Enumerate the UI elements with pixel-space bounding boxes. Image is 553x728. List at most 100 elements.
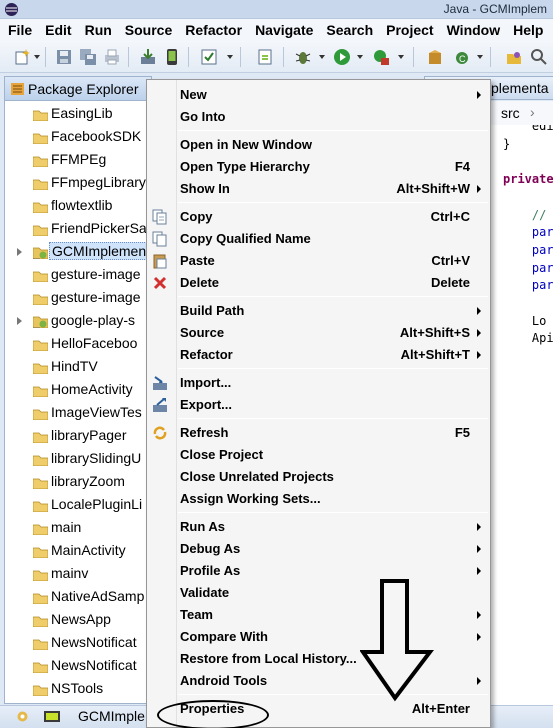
tree-item[interactable]: google-play-s bbox=[5, 310, 151, 333]
external-tools-icon[interactable] bbox=[372, 48, 390, 66]
tree-item[interactable]: HindTV bbox=[5, 356, 151, 379]
menu-run[interactable]: Run bbox=[85, 22, 112, 38]
menu-item-paste[interactable]: Paste Ctrl+V bbox=[147, 250, 490, 272]
chevron-down-icon[interactable] bbox=[319, 55, 325, 59]
code-line: par bbox=[503, 278, 553, 293]
submenu-arrow-icon bbox=[477, 677, 481, 685]
menu-item-close-unrelated-projects[interactable]: Close Unrelated Projects bbox=[147, 466, 490, 488]
menu-item-show-in[interactable]: Show In Alt+Shift+W bbox=[147, 178, 490, 200]
tree-item[interactable]: EasingLib bbox=[5, 103, 151, 126]
menu-item-build-path[interactable]: Build Path bbox=[147, 300, 490, 322]
tree-item[interactable]: HomeActivity bbox=[5, 379, 151, 402]
menu-source[interactable]: Source bbox=[125, 22, 172, 38]
menu-item-debug-as[interactable]: Debug As bbox=[147, 538, 490, 560]
breadcrumb-src[interactable]: src bbox=[501, 105, 520, 121]
menu-item-shortcut: Alt+Shift+W bbox=[396, 181, 470, 196]
tree-item[interactable]: FriendPickerSa bbox=[5, 218, 151, 241]
tree-item[interactable]: FacebookSDK bbox=[5, 126, 151, 149]
menu-item-close-project[interactable]: Close Project bbox=[147, 444, 490, 466]
menu-edit[interactable]: Edit bbox=[45, 22, 71, 38]
search-icon[interactable] bbox=[530, 48, 548, 66]
tree-item[interactable]: ImageViewTes bbox=[5, 402, 151, 425]
menu-help[interactable]: Help bbox=[513, 22, 543, 38]
menu-item-source[interactable]: Source Alt+Shift+S bbox=[147, 322, 490, 344]
menu-item-run-as[interactable]: Run As bbox=[147, 516, 490, 538]
menu-item-label: Refactor bbox=[180, 347, 233, 362]
tree-item[interactable]: HelloFaceboo bbox=[5, 333, 151, 356]
tree-item[interactable]: FFMPEg bbox=[5, 149, 151, 172]
tree-item[interactable]: MainActivity bbox=[5, 540, 151, 563]
tree-item[interactable]: NSTools bbox=[5, 678, 151, 701]
menu-file[interactable]: File bbox=[8, 22, 32, 38]
tree-item[interactable]: librarySlidingU bbox=[5, 448, 151, 471]
tree-item[interactable]: NativeAdSamp bbox=[5, 586, 151, 609]
menu-item-team[interactable]: Team bbox=[147, 604, 490, 626]
tree-item[interactable]: NewsApp bbox=[5, 609, 151, 632]
tree-item[interactable]: GCMImplemen bbox=[5, 241, 151, 264]
menu-item-go-into[interactable]: Go Into bbox=[147, 106, 490, 128]
chevron-down-icon[interactable] bbox=[477, 55, 483, 59]
menu-item-open-in-new-window[interactable]: Open in New Window bbox=[147, 134, 490, 156]
menu-navigate[interactable]: Navigate bbox=[255, 22, 313, 38]
tree-item[interactable]: flowtextlib bbox=[5, 195, 151, 218]
menu-item-new[interactable]: New bbox=[147, 84, 490, 106]
tree-item[interactable]: gesture-image bbox=[5, 264, 151, 287]
chevron-down-icon[interactable] bbox=[227, 55, 233, 59]
tree-item[interactable]: gesture-image bbox=[5, 287, 151, 310]
new-wizard-icon[interactable] bbox=[14, 48, 32, 66]
tree-item[interactable]: libraryPager bbox=[5, 425, 151, 448]
menu-item-copy[interactable]: Copy Ctrl+C bbox=[147, 206, 490, 228]
menu-item-export[interactable]: Export... bbox=[147, 394, 490, 416]
tree-item-label: MainActivity bbox=[51, 542, 126, 558]
menu-item-android-tools[interactable]: Android Tools bbox=[147, 670, 490, 692]
menu-item-refactor[interactable]: Refactor Alt+Shift+T bbox=[147, 344, 490, 366]
save-all-icon[interactable] bbox=[79, 48, 97, 66]
menu-project[interactable]: Project bbox=[386, 22, 433, 38]
chevron-down-icon[interactable] bbox=[398, 55, 404, 59]
delete-icon bbox=[153, 276, 167, 290]
package-explorer-icon bbox=[11, 83, 24, 95]
expand-arrow-icon[interactable] bbox=[17, 248, 22, 256]
android-sdk-manager-icon[interactable] bbox=[139, 48, 157, 66]
tree-item[interactable]: mainv bbox=[5, 563, 151, 586]
tree-item[interactable]: LocalePluginLi bbox=[5, 494, 151, 517]
menu-item-validate[interactable]: Validate bbox=[147, 582, 490, 604]
run-icon[interactable] bbox=[333, 48, 351, 66]
menu-item-profile-as[interactable]: Profile As bbox=[147, 560, 490, 582]
tree-item[interactable]: NewsNotificat bbox=[5, 632, 151, 655]
tree-item-label: NewsNotificat bbox=[51, 634, 137, 650]
menu-item-restore-from-local-history[interactable]: Restore from Local History... bbox=[147, 648, 490, 670]
chevron-down-icon[interactable] bbox=[357, 55, 363, 59]
debug-icon[interactable] bbox=[294, 48, 312, 66]
tree-item[interactable]: FFmpegLibrary bbox=[5, 172, 151, 195]
new-java-package-icon[interactable] bbox=[426, 48, 444, 66]
new-java-class-icon[interactable]: C bbox=[453, 48, 471, 66]
menu-window[interactable]: Window bbox=[447, 22, 501, 38]
lint-check-icon[interactable] bbox=[200, 48, 218, 66]
menu-search[interactable]: Search bbox=[326, 22, 373, 38]
menu-refactor[interactable]: Refactor bbox=[185, 22, 242, 38]
menu-item-label: New bbox=[180, 87, 207, 102]
android-avd-manager-icon[interactable] bbox=[163, 48, 181, 66]
tree-item[interactable]: NewsNotificat bbox=[5, 655, 151, 678]
open-type-icon[interactable] bbox=[505, 48, 523, 66]
tree-item[interactable]: main bbox=[5, 517, 151, 540]
chevron-down-icon[interactable] bbox=[34, 55, 40, 59]
menu-item-open-type-hierarchy[interactable]: Open Type Hierarchy F4 bbox=[147, 156, 490, 178]
menu-item-delete[interactable]: Delete Delete bbox=[147, 272, 490, 294]
new-android-xml-icon[interactable] bbox=[256, 48, 274, 66]
expand-arrow-icon[interactable] bbox=[17, 317, 22, 325]
folder-icon bbox=[33, 271, 48, 282]
menu-item-compare-with[interactable]: Compare With bbox=[147, 626, 490, 648]
tree-item-label: google-play-s bbox=[51, 312, 136, 328]
menu-item-label: Paste bbox=[180, 253, 215, 268]
menu-item-import[interactable]: Import... bbox=[147, 372, 490, 394]
tree-item-label: HomeActivity bbox=[51, 381, 133, 397]
menu-item-copy-qualified-name[interactable]: Copy Qualified Name bbox=[147, 228, 490, 250]
tree-item[interactable]: libraryZoom bbox=[5, 471, 151, 494]
save-icon[interactable] bbox=[55, 48, 73, 66]
menu-item-refresh[interactable]: Refresh F5 bbox=[147, 422, 490, 444]
package-explorer-tab[interactable]: Package Explorer bbox=[5, 77, 151, 101]
menu-item-assign-working-sets[interactable]: Assign Working Sets... bbox=[147, 488, 490, 510]
print-icon[interactable] bbox=[103, 48, 121, 66]
